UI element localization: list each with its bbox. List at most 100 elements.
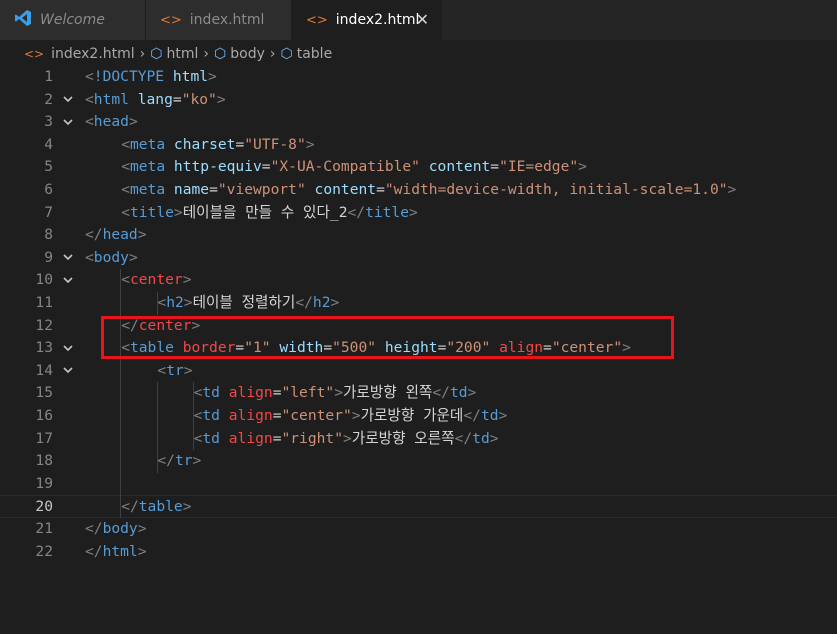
code-token: > (208, 68, 217, 85)
code-token: > (578, 158, 587, 176)
code-token: h2 (166, 294, 184, 311)
code-token: !DOCTYPE (93, 68, 173, 85)
line-number: 5 (44, 158, 53, 176)
code-line[interactable]: 15 <td align="left">가로방향 왼쪽</td> (0, 382, 837, 405)
code-line[interactable]: 22 </html> (0, 541, 837, 564)
code-line[interactable]: 11 <h2>테이블 정렬하기</h2> (0, 292, 837, 315)
code-text: <title>테이블을 만들 수 있다_2</title> (121, 202, 418, 225)
code-token: > (183, 361, 193, 379)
code-line[interactable]: 16 <td align="center">가로방향 가운데</td> (0, 405, 837, 428)
code-text: <h2>테이블 정렬하기</h2> (157, 292, 339, 315)
code-line[interactable]: 18 </tr> (0, 450, 837, 473)
code-token: > (351, 407, 361, 424)
tab-bar: Welcome <> index.html <> index2.html ✕ (0, 0, 837, 40)
code-token: > (137, 542, 147, 560)
code-token: > (498, 407, 508, 424)
indent-guide (157, 292, 158, 315)
breadcrumb-item-table[interactable]: ⬡ table (280, 46, 332, 62)
line-number: 13 (35, 339, 53, 357)
code-line[interactable]: 21 </body> (0, 518, 837, 541)
code-line[interactable]: 17 <td align="right">가로방향 오른쪽</td> (0, 428, 837, 451)
chevron-down-icon[interactable] (62, 360, 74, 383)
code-token: head (102, 226, 138, 244)
code-text: <td align="left">가로방향 왼쪽</td> (194, 382, 477, 405)
code-line[interactable]: 2 <html lang="ko"> (0, 89, 837, 112)
code-token: content (314, 181, 377, 198)
line-number: 20 (35, 498, 53, 516)
code-line[interactable]: 20 </table> (0, 495, 837, 518)
code-line[interactable]: 4 <meta charset="UTF-8"> (0, 134, 837, 157)
chevron-down-icon[interactable] (62, 247, 74, 270)
code-token: </ (347, 203, 366, 221)
breadcrumb-item-file[interactable]: <> index2.html (24, 46, 135, 62)
chevron-down-icon[interactable] (62, 89, 74, 112)
code-token: td (202, 429, 229, 447)
code-token: > (128, 248, 138, 266)
code-token: "IE=edge" (499, 158, 579, 176)
code-token: "UTF-8" (244, 135, 306, 153)
line-number: 10 (35, 271, 53, 289)
line-number: 7 (44, 203, 53, 221)
tab-index2-html[interactable]: <> index2.html ✕ (292, 0, 442, 40)
code-line[interactable]: 8 </head> (0, 224, 837, 247)
cube-icon: ⬡ (214, 46, 227, 62)
tab-label: Welcome (40, 12, 105, 28)
code-token: align (228, 384, 273, 402)
chevron-down-icon[interactable] (62, 269, 74, 292)
code-token: </ (85, 520, 103, 537)
code-token: h2 (312, 294, 331, 311)
code-line[interactable]: 14 <tr> (0, 360, 837, 383)
code-token: = (490, 158, 500, 176)
code-line[interactable]: 19 (0, 473, 837, 496)
close-icon[interactable]: ✕ (416, 10, 429, 29)
code-text: <meta charset="UTF-8"> (121, 134, 314, 157)
code-text: </body> (85, 518, 147, 541)
code-token: > (128, 113, 138, 131)
code-line[interactable]: 5 <meta http-equiv="X-UA-Compatible" cont… (0, 156, 837, 179)
code-token: "center" (281, 407, 352, 424)
tab-index-html[interactable]: <> index.html (146, 0, 292, 40)
code-token: "right" (281, 429, 343, 447)
code-token: < (85, 113, 94, 131)
code-token: head (93, 113, 129, 131)
tab-welcome[interactable]: Welcome (0, 0, 146, 40)
code-line[interactable]: 6 <meta name="viewport" content="width=de… (0, 179, 837, 202)
code-token: </ (121, 498, 139, 516)
code-line[interactable]: 9 <body> (0, 247, 837, 270)
code-token: title (365, 203, 410, 221)
line-number: 2 (44, 90, 53, 108)
vscode-logo-icon (14, 9, 32, 31)
code-token: = (209, 181, 218, 198)
code-token: content (428, 158, 491, 176)
code-token: meta (129, 158, 174, 176)
code-line[interactable]: 3 <head> (0, 111, 837, 134)
chevron-down-icon[interactable] (62, 337, 74, 360)
line-number: 15 (35, 384, 53, 402)
code-line[interactable]: 10 <center> (0, 269, 837, 292)
tab-label: index.html (189, 12, 265, 28)
breadcrumb-label: index2.html (51, 46, 135, 62)
code-token: tr (166, 361, 184, 379)
chevron-down-icon[interactable] (62, 111, 74, 134)
code-line[interactable]: 7 <title>테이블을 만들 수 있다_2</title> (0, 202, 837, 225)
code-token: meta (129, 181, 174, 198)
code-token: title (129, 203, 174, 221)
breadcrumb-item-body[interactable]: ⬡ body (214, 46, 265, 62)
line-number: 17 (35, 429, 53, 447)
code-line[interactable]: 1 <!DOCTYPE html> (0, 66, 837, 89)
breadcrumb-item-html[interactable]: ⬡ html (150, 46, 198, 62)
line-number: 3 (44, 113, 53, 131)
code-text: <head> (85, 111, 138, 134)
code-token: = (376, 181, 385, 198)
code-token: center (129, 271, 183, 289)
code-token: </ (85, 226, 103, 244)
code-token: </ (454, 429, 473, 447)
indent-guide (193, 382, 194, 451)
code-token: td (449, 384, 468, 402)
line-number: 22 (35, 542, 53, 560)
code-token: td (202, 407, 229, 424)
breadcrumb-label: body (230, 46, 265, 62)
code-token: > (343, 429, 352, 447)
code-token: td (472, 429, 490, 447)
